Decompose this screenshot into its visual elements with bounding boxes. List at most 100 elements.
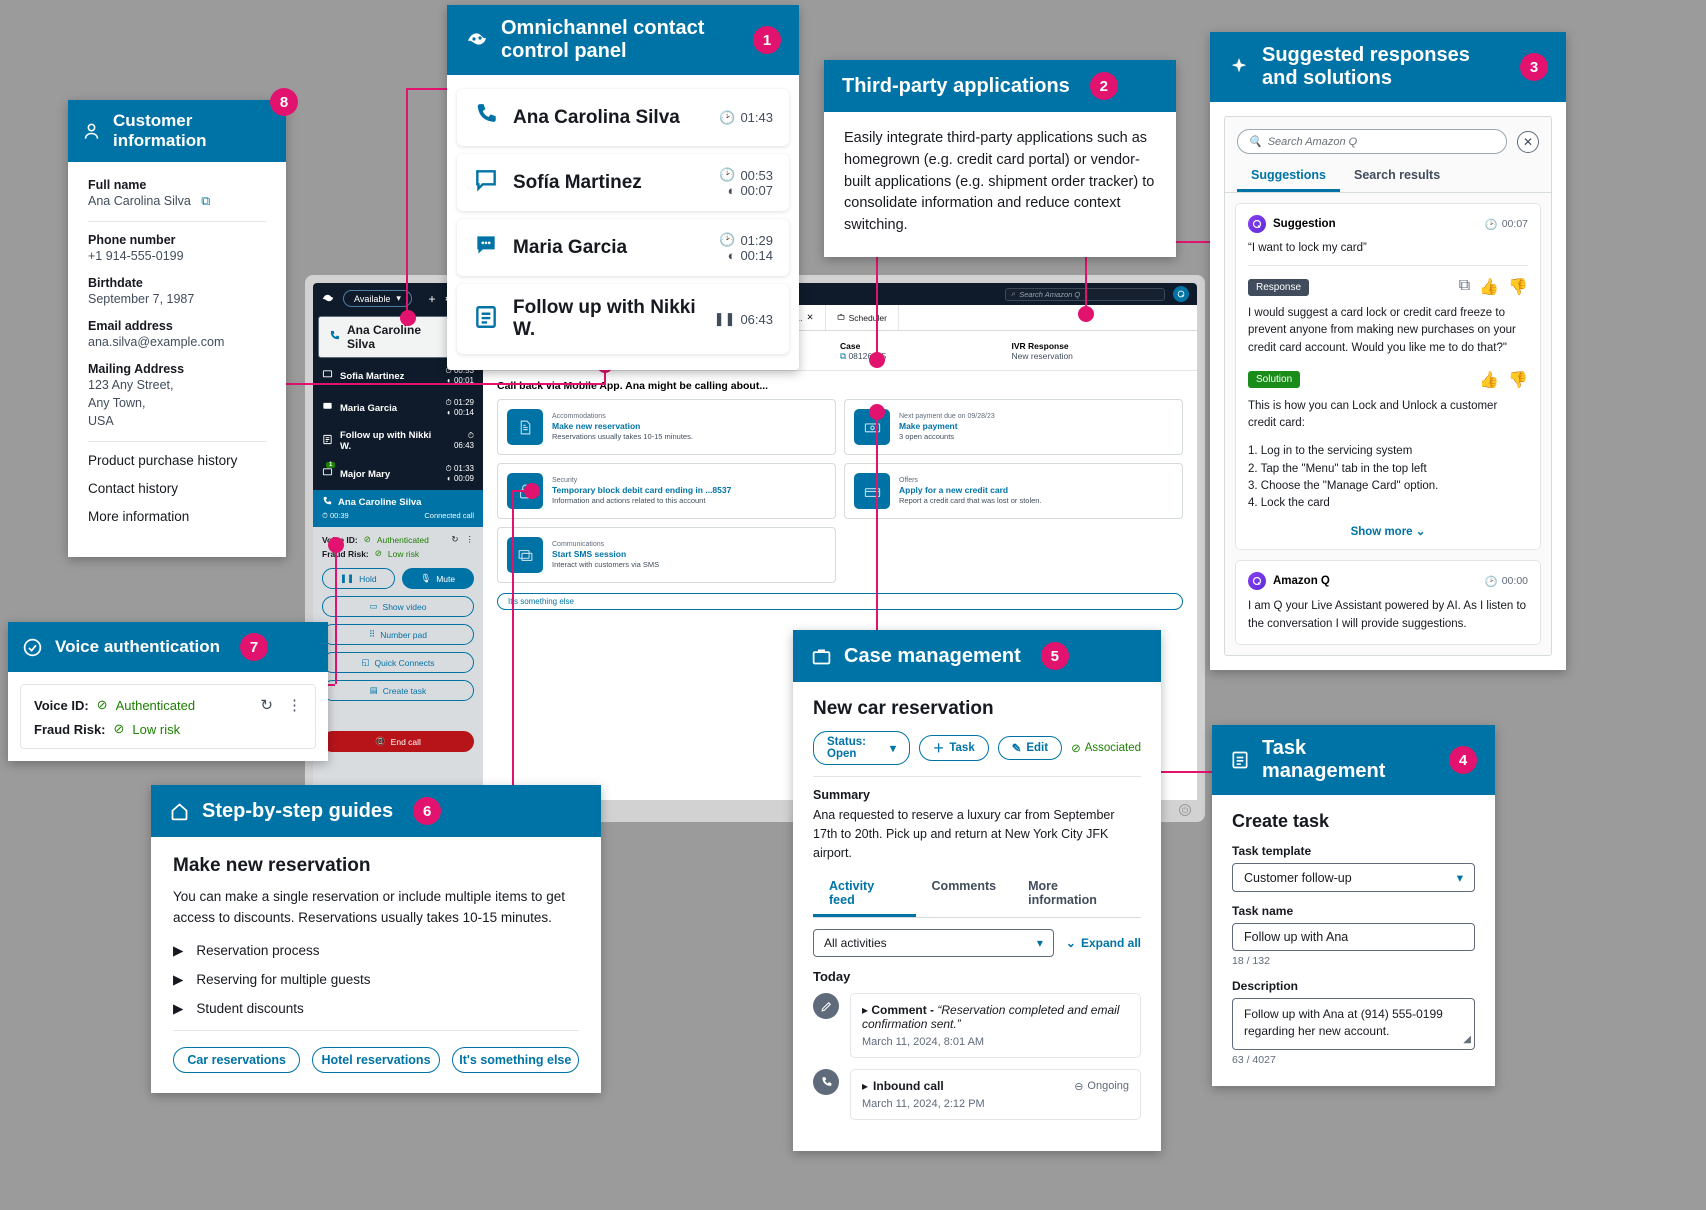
activity-body[interactable]: ▸ Comment - “Reservation completed and e…: [850, 993, 1141, 1059]
action-card[interactable]: Communications Start SMS session Interac…: [497, 527, 836, 583]
omnichannel-contact-row[interactable]: Sofía Martinez 🕑 00:53 ◐ 00:07: [457, 154, 789, 211]
pencil-icon: [813, 993, 839, 1020]
amazon-q-search-input[interactable]: 🔍 Search Amazon Q: [1237, 129, 1507, 154]
omnichannel-header: Omnichannel contact control panel 1: [447, 5, 799, 75]
task-template-select[interactable]: Customer follow-up ▾: [1232, 863, 1475, 892]
amazon-q-button[interactable]: [1173, 286, 1189, 302]
expand-icon[interactable]: ▸: [862, 1079, 868, 1093]
tab-scheduler[interactable]: Scheduler: [826, 305, 899, 330]
something-else-button[interactable]: It's something else: [451, 1046, 579, 1073]
ccp-contact-name: Ana Caroline Silva: [347, 323, 422, 351]
sparkle-icon: [1228, 56, 1250, 78]
quick-connects-button[interactable]: ◱ Quick Connects: [322, 652, 474, 673]
tab-comments[interactable]: Comments: [916, 875, 1013, 917]
suggested-body: 🔍 Search Amazon Q ✕ Suggestions Search r…: [1224, 116, 1552, 656]
link-product-purchase-history[interactable]: Product purchase history: [88, 453, 266, 468]
contact-timer: 01:29: [740, 232, 773, 248]
close-icon[interactable]: ✕: [807, 312, 814, 323]
moon-icon: ◐: [727, 183, 736, 198]
call-context-header: Call back via Mobile App. Ana might be c…: [497, 380, 769, 392]
sms-icon: [473, 232, 499, 263]
create-task-button[interactable]: ▤ Create task: [322, 680, 474, 701]
ccp-contact-item[interactable]: Follow up with Nikki W. ⏱ 06:43: [313, 424, 483, 458]
task-template-label: Task template: [1232, 844, 1312, 858]
show-more-button[interactable]: Show more ⌄: [1248, 524, 1528, 538]
show-video-button[interactable]: ▭ Show video: [322, 596, 474, 617]
ccp-contact-item[interactable]: Maria Garcia ⏱ 01:29 ◐ 00:14: [313, 392, 483, 424]
car-reservations-button[interactable]: Car reservations: [173, 1046, 301, 1073]
something-else-button[interactable]: It's something else: [497, 593, 1183, 610]
suggested-responses-callout: Suggested responses and solutions 3 🔍 Se…: [1210, 32, 1566, 670]
tab-search-results[interactable]: Search results: [1340, 164, 1454, 192]
add-task-button[interactable]: ＋ Task: [918, 735, 989, 761]
suggested-title: Suggested responses and solutions: [1262, 44, 1470, 89]
thumbs-up-icon[interactable]: 👍: [1479, 370, 1499, 390]
thumbs-down-icon[interactable]: 👎: [1508, 370, 1528, 390]
number-pad-button[interactable]: ⠿ Number pad: [322, 624, 474, 645]
ccp-contact-item[interactable]: 1 Major Mary ⏱ 01:33 ◐ 00:09: [313, 458, 483, 490]
expand-all-button[interactable]: ⌄ Expand all: [1066, 936, 1141, 950]
close-icon[interactable]: ✕: [1517, 130, 1539, 153]
tab-activity-feed[interactable]: Activity feed: [813, 875, 916, 918]
action-card[interactable]: Offers Apply for a new credit card Repor…: [844, 463, 1183, 519]
video-icon: ▭: [369, 601, 378, 611]
case-management-body: New car reservation Status: Open ▾ ＋ Tas…: [793, 682, 1161, 1151]
tab-more-information[interactable]: More information: [1012, 875, 1141, 917]
refresh-icon[interactable]: ↻: [451, 534, 458, 545]
task-management-header: Task management 4: [1212, 725, 1495, 795]
task-icon: [473, 304, 499, 335]
chevron-down-icon: ▾: [1036, 936, 1043, 951]
task-name-input[interactable]: Follow up with Ana: [1232, 923, 1475, 951]
guide-item[interactable]: ▶ Student discounts: [173, 1001, 579, 1017]
voice-authentication-callout: Voice authentication 7 Voice ID: ⊘ Authe…: [8, 622, 328, 761]
omnichannel-contact-row[interactable]: Maria Garcia 🕑 01:29 ◐ 00:14: [457, 219, 789, 276]
contact-name: Maria Garcia: [513, 236, 628, 258]
case-management-callout: Case management 5 New car reservation St…: [793, 630, 1161, 1152]
expand-icon: ▶: [173, 1000, 184, 1016]
edit-button[interactable]: ✎ Edit: [997, 736, 1063, 760]
contact-timer2: 00:07: [740, 183, 773, 198]
guide-item[interactable]: ▶ Reserving for multiple guests: [173, 972, 579, 988]
action-card[interactable]: Security Temporary block debit card endi…: [497, 463, 836, 519]
phone-icon: [329, 330, 340, 344]
agent-status-selector[interactable]: Available ▾: [343, 290, 412, 307]
contact-timer: 01:43: [740, 110, 773, 125]
task-icon: ▤: [369, 685, 378, 695]
hotel-reservations-button[interactable]: Hotel reservations: [312, 1046, 440, 1073]
person-icon: [82, 122, 101, 141]
copy-icon[interactable]: ⧉: [1459, 277, 1470, 297]
link-contact-history[interactable]: Contact history: [88, 481, 266, 496]
add-contact-icon[interactable]: +: [428, 292, 435, 306]
omnichannel-contact-row[interactable]: Ana Carolina Silva 🕑 01:43: [457, 89, 789, 146]
refresh-icon[interactable]: ↻: [260, 696, 273, 714]
keypad-icon: ⠿: [368, 629, 376, 639]
more-options-icon[interactable]: ⋮: [466, 534, 475, 545]
hold-button[interactable]: ❚❚ Hold: [322, 568, 395, 589]
chevron-down-icon: ⌄: [1065, 936, 1076, 951]
thumbs-down-icon[interactable]: 👎: [1508, 277, 1528, 297]
activity-filter-select[interactable]: All activities ▾: [813, 929, 1054, 958]
status-dropdown[interactable]: Status: Open ▾: [813, 731, 910, 765]
guide-item[interactable]: ▶ Reservation process: [173, 943, 579, 959]
customer-information-callout: Customer information 8 Full name Ana Car…: [68, 88, 298, 557]
end-call-button[interactable]: 📵 End call: [322, 731, 474, 752]
mute-button[interactable]: 🎙 Mute: [401, 568, 474, 589]
voice-id-row: Voice ID: ⊘ Authenticated ↻ ⋮: [34, 696, 302, 714]
customer-info-header: Customer information 8: [68, 88, 298, 162]
amazon-q-label: Amazon Q: [1273, 575, 1330, 588]
action-card[interactable]: Accommodations Make new reservation Rese…: [497, 399, 836, 455]
expand-icon[interactable]: ▸: [862, 1003, 868, 1017]
action-card[interactable]: Next payment due on 09/28/23 Make paymen…: [844, 399, 1183, 455]
power-button-icon[interactable]: ⏻: [1179, 804, 1191, 816]
activity-body[interactable]: ▸ Inbound call ⊖ Ongoing March 11, 2024,…: [850, 1069, 1141, 1121]
callout-badge: 4: [1449, 746, 1477, 774]
tab-suggestions[interactable]: Suggestions: [1237, 164, 1341, 192]
resize-handle[interactable]: ◢: [1463, 1033, 1471, 1048]
copy-icon[interactable]: ⧉: [201, 194, 210, 208]
copy-icon[interactable]: ⧉: [840, 351, 846, 361]
description-textarea[interactable]: Follow up with Ana at (914) 555-0199 reg…: [1232, 998, 1475, 1050]
thumbs-up-icon[interactable]: 👍: [1479, 277, 1499, 297]
more-options-icon[interactable]: ⋮: [287, 696, 302, 714]
omnichannel-contact-row[interactable]: Follow up with Nikki W. ❚❚ 06:43: [457, 284, 789, 354]
link-more-information[interactable]: More information: [88, 509, 266, 524]
